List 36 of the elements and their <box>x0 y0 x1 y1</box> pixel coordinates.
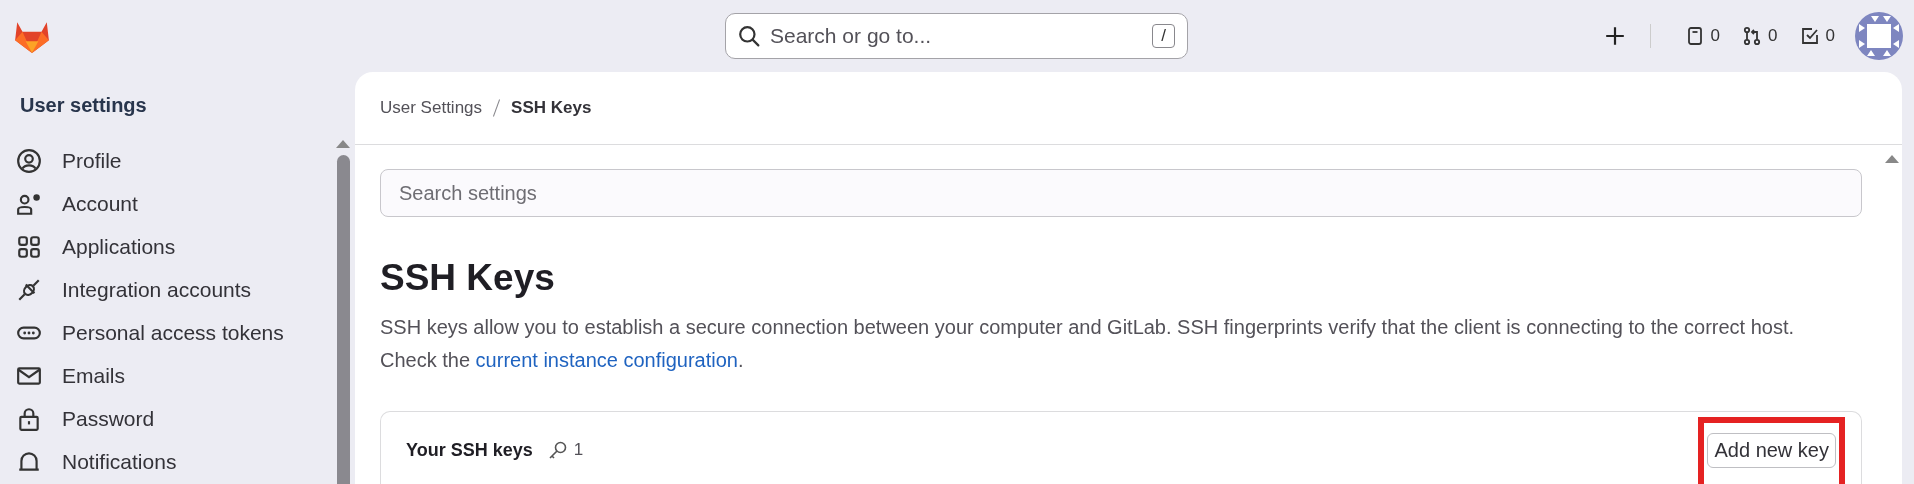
search-bar[interactable]: Search or go to... / <box>725 13 1188 59</box>
scroll-up-icon[interactable] <box>336 138 350 148</box>
sidebar-item[interactable]: Notifications <box>16 440 284 484</box>
grid-icon <box>16 233 42 260</box>
user-icon <box>16 147 42 174</box>
plus-icon[interactable] <box>1603 25 1626 47</box>
scrollbar-thumb[interactable] <box>336 155 350 484</box>
sidebar-item[interactable]: Applications <box>16 225 284 269</box>
key-count: 1 <box>573 440 584 460</box>
configuration-link[interactable]: current instance configuration <box>475 349 738 371</box>
sidebar-item[interactable]: Emails <box>16 354 284 398</box>
description-text: SSH keys allow you to establish a secure connection between your computer and GitLab. SSH fingerprints verify that the client is connecting to the correct host. Check the current instance configuration. <box>380 315 1796 373</box>
search-icon <box>738 25 760 47</box>
breadcrumb-link[interactable]: SSH Keys <box>511 98 592 118</box>
page-heading: SSH Keys <box>380 257 556 299</box>
sidebar-item[interactable]: Account <box>16 182 284 226</box>
counter: 0 <box>1825 26 1835 46</box>
todo-icon[interactable] <box>1799 26 1820 46</box>
search-settings-field[interactable]: Search settings <box>380 169 1862 217</box>
lock-icon <box>16 406 42 433</box>
sidebar-item[interactable]: Integration accounts <box>16 268 284 312</box>
scroll-up-icon[interactable] <box>1885 153 1899 163</box>
card-title: Your SSH keys <box>406 439 533 461</box>
avatar-icon[interactable] <box>1855 12 1903 60</box>
breadcrumb-link[interactable]: User Settings <box>380 98 483 118</box>
sidebar-title: User settings <box>20 94 147 117</box>
search-field[interactable]: Search or go to... <box>768 23 1153 49</box>
counter: 0 <box>1768 26 1778 46</box>
merge-request-icon[interactable] <box>1742 26 1763 46</box>
sidebar-item[interactable]: Personal access tokens <box>16 311 284 355</box>
add-key-button[interactable]: Add new key <box>1707 432 1836 468</box>
sidebar-item[interactable]: Profile <box>16 139 284 183</box>
counter: 0 <box>1710 26 1721 46</box>
sidebar-item[interactable]: Password <box>16 397 284 441</box>
shortcut-key: / <box>1152 24 1175 48</box>
key-icon <box>547 440 568 460</box>
